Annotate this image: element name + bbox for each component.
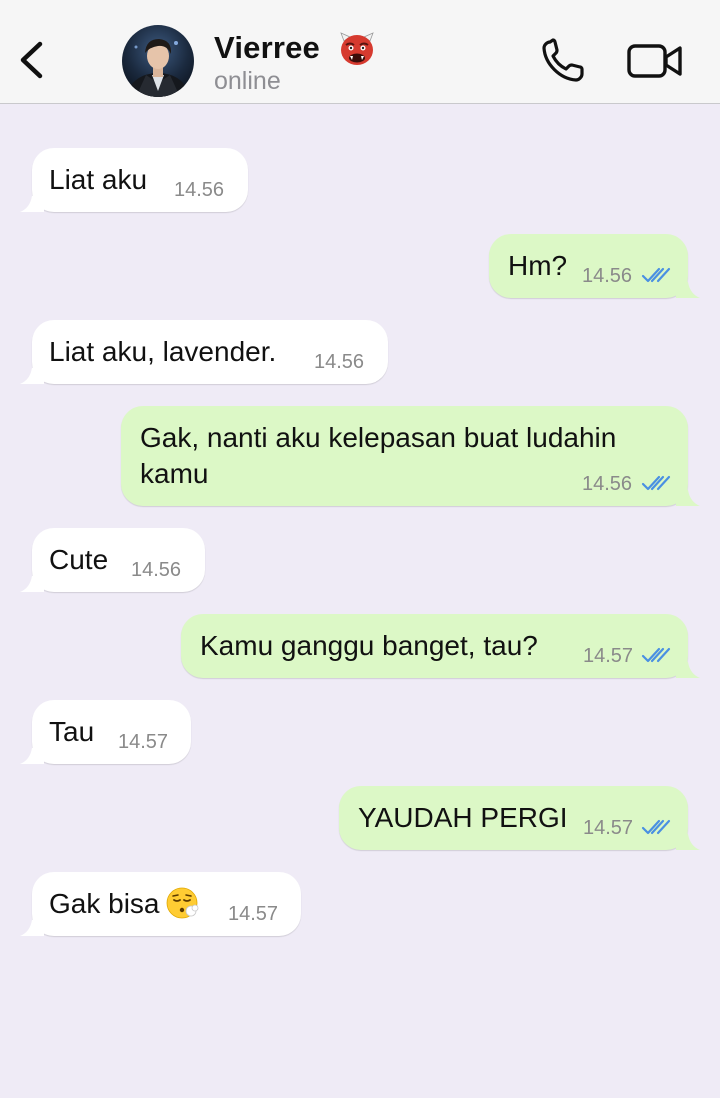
chat-header: Vierree online: [0, 0, 720, 104]
message-text: YAUDAH PERGI: [358, 802, 568, 833]
read-double-check-icon: [641, 647, 671, 663]
incoming-message[interactable]: Liat aku, lavender. 14.56: [20, 320, 388, 384]
back-button[interactable]: [14, 36, 54, 84]
message-time: 14.56: [582, 473, 633, 495]
message-time: 14.57: [583, 817, 634, 839]
message-text: Cute: [49, 544, 109, 575]
message-time: 14.56: [174, 179, 225, 201]
video-camera-icon: [627, 44, 682, 78]
message-text: Liat aku: [49, 164, 148, 195]
message-time: 14.57: [583, 645, 634, 667]
message-text: Hm?: [508, 250, 568, 281]
message-text: Gak bisa: [49, 888, 160, 919]
read-double-check-icon: [641, 475, 671, 491]
read-double-check-icon: [641, 267, 671, 283]
message-time: 14.56: [314, 351, 365, 373]
contact-name[interactable]: Vierree: [214, 30, 320, 66]
voice-call-button[interactable]: [540, 38, 588, 84]
chevron-left-icon: [20, 41, 43, 79]
incoming-message[interactable]: Tau 14.57: [20, 700, 191, 764]
outgoing-message[interactable]: Kamu ganggu banget, tau? 14.57: [181, 614, 700, 678]
ogre-emoji-icon: [338, 31, 376, 67]
message-text-wrap: Gak bisa: [49, 886, 200, 922]
outgoing-message[interactable]: YAUDAH PERGI 14.57: [339, 786, 700, 850]
incoming-message[interactable]: Cute 14.56: [20, 528, 205, 592]
message-list[interactable]: Liat aku 14.56 Hm? 14.56 Liat aku, laven…: [0, 104, 720, 1098]
avatar[interactable]: [122, 25, 194, 97]
avatar-image: [122, 25, 194, 97]
message-text: Tau: [49, 716, 95, 747]
message-time: 14.57: [118, 731, 169, 753]
message-time: 14.57: [228, 903, 279, 925]
message-text: Liat aku, lavender.: [49, 336, 277, 367]
video-call-button[interactable]: [626, 42, 684, 80]
read-double-check-icon: [641, 819, 671, 835]
message-text: Kamu ganggu banget, tau?: [200, 630, 538, 661]
message-text-line: Gak, nanti aku kelepasan buat ludahin: [140, 422, 617, 453]
outgoing-message[interactable]: Hm? 14.56: [489, 234, 700, 298]
message-text-line: kamu: [140, 458, 209, 489]
incoming-message[interactable]: Liat aku 14.56: [20, 148, 248, 212]
outgoing-message[interactable]: Gak, nanti aku kelepasan buat ludahin ka…: [121, 406, 700, 506]
contact-status: online: [214, 67, 281, 95]
incoming-message[interactable]: Gak bisa 14.57: [20, 872, 301, 936]
phone-icon: [542, 38, 584, 82]
message-time: 14.56: [582, 265, 633, 287]
face-exhaling-emoji-icon: [166, 887, 198, 919]
message-time: 14.56: [131, 559, 182, 581]
